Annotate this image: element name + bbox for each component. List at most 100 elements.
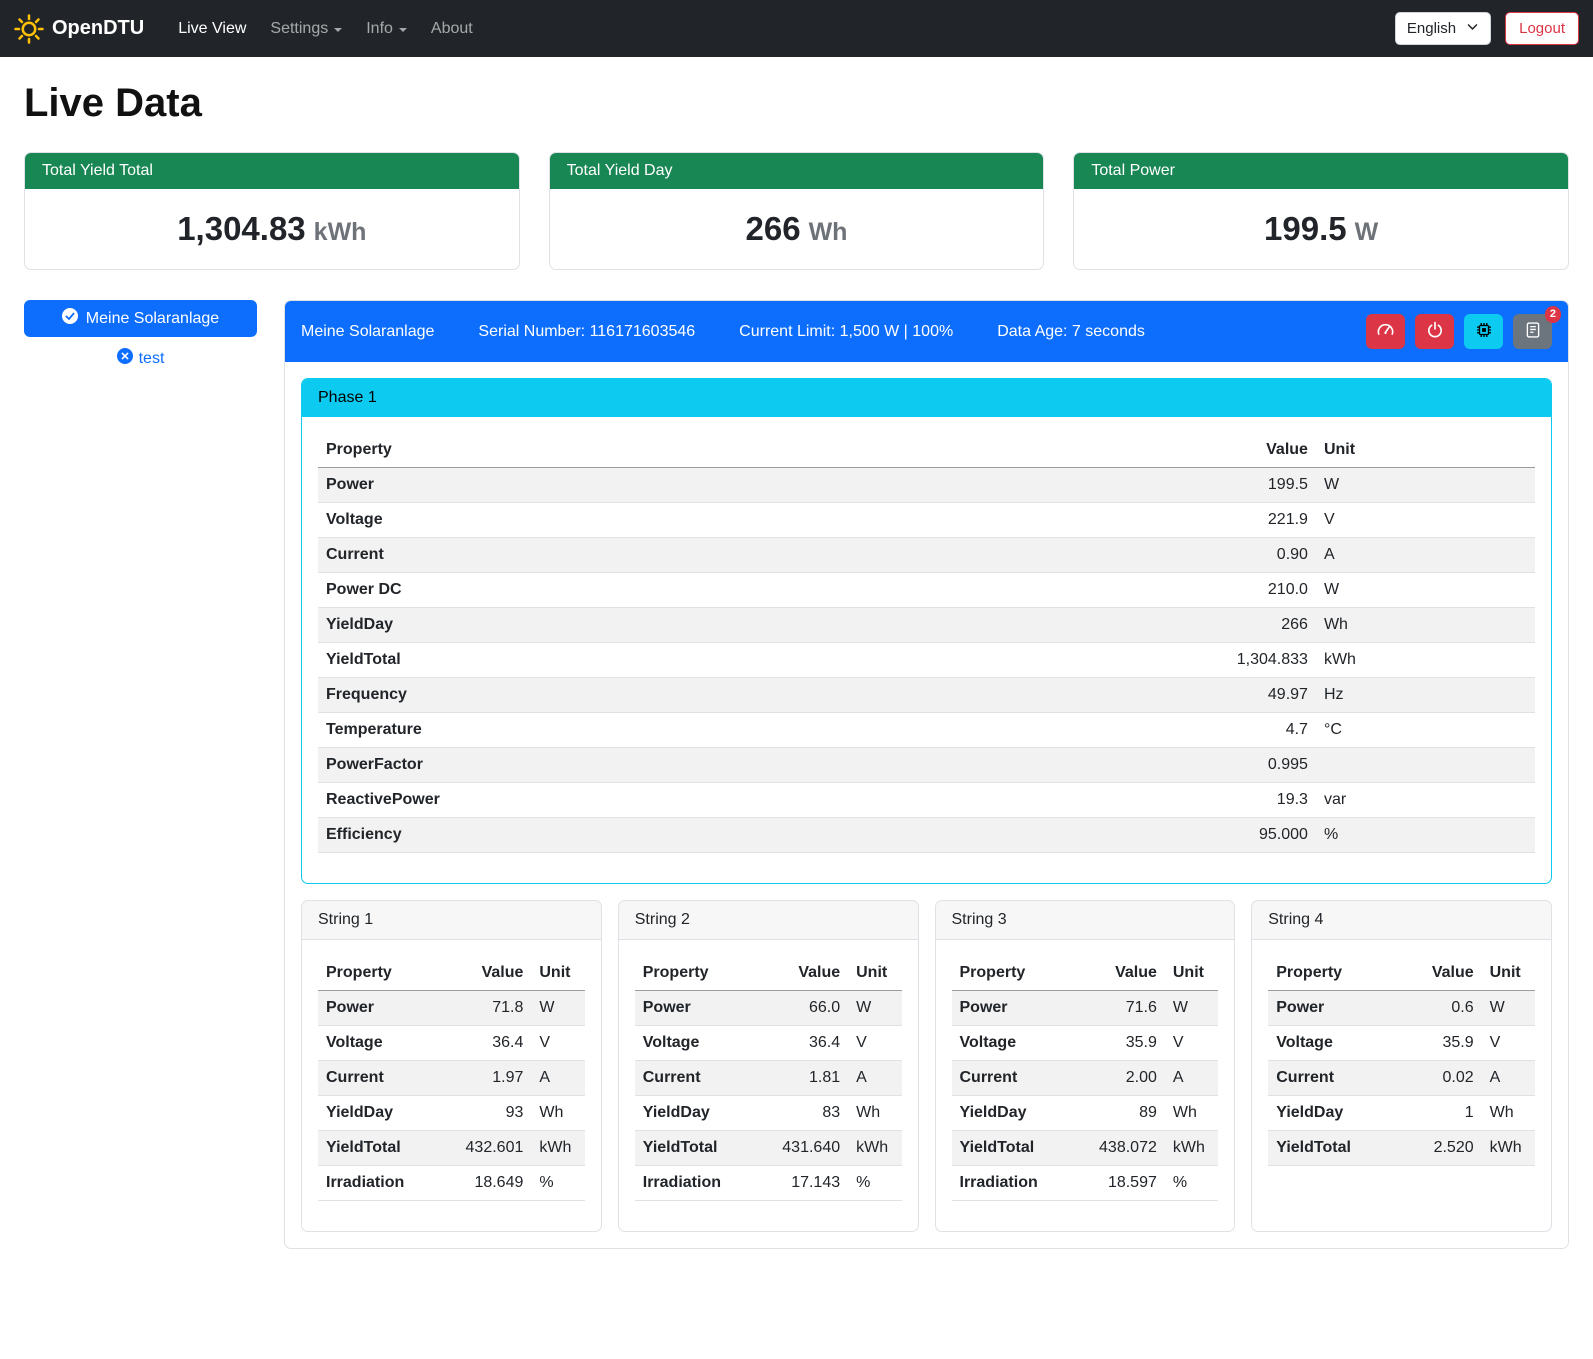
table-header-row: Property Value Unit (318, 956, 585, 991)
nav-item-live-view[interactable]: Live View (166, 12, 258, 46)
property-cell: Voltage (318, 1026, 443, 1061)
unit-cell: kWh (1165, 1131, 1218, 1166)
table-row: Current 0.90 A (318, 538, 1535, 573)
unit-cell: A (1165, 1061, 1218, 1096)
inverter-select-label: Meine Solaranlage (86, 310, 219, 328)
power-icon (1426, 321, 1444, 342)
table-row: YieldTotal 432.601 kWh (318, 1131, 585, 1166)
value-cell: 0.90 (1024, 538, 1316, 573)
table-row: YieldTotal 1,304.833 kWh (318, 643, 1535, 678)
unit-cell: % (848, 1166, 901, 1201)
value-cell: 2.00 (1077, 1061, 1165, 1096)
unit-cell: kWh (848, 1131, 901, 1166)
table-row: YieldDay 93 Wh (318, 1096, 585, 1131)
column-header-unit: Unit (1165, 956, 1218, 991)
table-row: Voltage 36.4 V (318, 1026, 585, 1061)
event-log-button[interactable]: 2 (1513, 314, 1552, 349)
table-row: YieldTotal 431.640 kWh (635, 1131, 902, 1166)
value-cell: 36.4 (760, 1026, 848, 1061)
property-cell: Current (952, 1061, 1077, 1096)
string-2-card: String 2 Property Value Unit (618, 900, 919, 1232)
unit-cell (1316, 748, 1535, 783)
unit-cell: W (1165, 991, 1218, 1026)
page-title: Live Data (24, 81, 1569, 126)
inverter-data-age: Data Age: 7 seconds (997, 323, 1145, 341)
speedometer-icon (1376, 321, 1395, 343)
value-cell: 89 (1077, 1096, 1165, 1131)
card-body: 1,304.83kWh (25, 189, 519, 269)
property-cell: YieldTotal (318, 643, 1024, 678)
unit-cell: W (1316, 468, 1535, 503)
property-cell: Voltage (635, 1026, 760, 1061)
x-circle-icon (117, 348, 133, 369)
inverter-select-button-test[interactable]: test (117, 348, 165, 369)
value-cell: 71.6 (1077, 991, 1165, 1026)
navbar: OpenDTU Live View Settings Info About En… (0, 0, 1593, 57)
column-header-property: Property (1268, 956, 1393, 991)
nav-item-settings[interactable]: Settings (258, 12, 354, 46)
table-head: Property Value Unit (1268, 956, 1535, 991)
table-row: Current 2.00 A (952, 1061, 1219, 1096)
card-value: 1,304.83 (177, 210, 305, 247)
value-cell: 431.640 (760, 1131, 848, 1166)
property-cell: YieldDay (635, 1096, 760, 1131)
column-header-unit: Unit (531, 956, 584, 991)
unit-cell: V (1165, 1026, 1218, 1061)
unit-cell: % (531, 1166, 584, 1201)
property-cell: YieldTotal (1268, 1131, 1393, 1166)
property-cell: Power (318, 991, 443, 1026)
nav-item-info[interactable]: Info (354, 12, 419, 46)
unit-cell: Wh (531, 1096, 584, 1131)
nav-right: English Logout (1395, 12, 1579, 45)
property-cell: Power (952, 991, 1077, 1026)
unit-cell: V (1316, 503, 1535, 538)
value-cell: 1.81 (760, 1061, 848, 1096)
value-cell: 199.5 (1024, 468, 1316, 503)
table-row: ReactivePower 19.3 var (318, 783, 1535, 818)
unit-cell: A (848, 1061, 901, 1096)
column-header-value: Value (1394, 956, 1482, 991)
limit-settings-button[interactable] (1366, 314, 1405, 349)
value-cell: 432.601 (443, 1131, 531, 1166)
string-title: String 3 (936, 901, 1235, 940)
table-row: Current 0.02 A (1268, 1061, 1535, 1096)
column-header-unit: Unit (1316, 433, 1535, 468)
value-cell: 438.072 (1077, 1131, 1165, 1166)
card-title: Total Power (1074, 153, 1568, 189)
table-row: YieldTotal 2.520 kWh (1268, 1131, 1535, 1166)
value-cell: 2.520 (1394, 1131, 1482, 1166)
table-row: YieldDay 89 Wh (952, 1096, 1219, 1131)
value-cell: 95.000 (1024, 818, 1316, 853)
nav-links: Live View Settings Info About (166, 12, 485, 46)
journal-text-icon (1524, 321, 1542, 342)
property-cell: Voltage (318, 503, 1024, 538)
property-cell: YieldDay (318, 608, 1024, 643)
chevron-down-icon (399, 28, 407, 32)
unit-cell: kWh (1482, 1131, 1535, 1166)
string-4-card: String 4 Property Value Unit (1251, 900, 1552, 1232)
language-select[interactable]: English (1395, 12, 1491, 45)
nav-item-settings-label: Settings (270, 20, 328, 38)
property-cell: Current (635, 1061, 760, 1096)
device-info-button[interactable] (1464, 314, 1503, 349)
string-table: Property Value Unit Power (1268, 956, 1535, 1166)
value-cell: 93 (443, 1096, 531, 1131)
unit-cell: V (848, 1026, 901, 1061)
inverter-select-button-meine-solaranlage[interactable]: Meine Solaranlage (24, 300, 257, 337)
logout-button[interactable]: Logout (1505, 12, 1579, 45)
table-row: Power DC 210.0 W (318, 573, 1535, 608)
value-cell: 71.8 (443, 991, 531, 1026)
string-table-body: Power 66.0 W Voltage 36.4 V (635, 991, 902, 1201)
table-row: Power 199.5 W (318, 468, 1535, 503)
property-cell: Temperature (318, 713, 1024, 748)
nav-item-about[interactable]: About (419, 12, 485, 46)
property-cell: Power DC (318, 573, 1024, 608)
value-cell: 0.02 (1394, 1061, 1482, 1096)
card-value: 266 (746, 210, 801, 247)
unit-cell: Wh (1165, 1096, 1218, 1131)
power-toggle-button[interactable] (1415, 314, 1454, 349)
string-body: Property Value Unit Power (619, 940, 918, 1231)
unit-cell: V (1482, 1026, 1535, 1061)
unit-cell: V (531, 1026, 584, 1061)
phase-table: Property Value Unit Power (318, 433, 1535, 853)
